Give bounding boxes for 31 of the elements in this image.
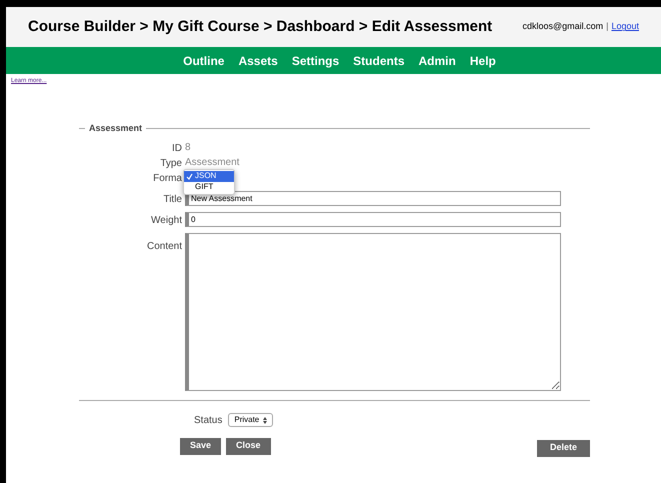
field-label: Weight (151, 215, 182, 226)
text-input[interactable]: New Assessment (185, 190, 561, 206)
action-button[interactable]: Save (180, 438, 222, 454)
status-select[interactable]: Private (228, 413, 274, 427)
separator: | (606, 20, 608, 34)
stepper-icon (263, 416, 268, 424)
field-value: Assessment (185, 156, 240, 170)
logout-link[interactable]: Logout (611, 20, 639, 34)
delete-button[interactable]: Delete (537, 440, 590, 456)
field-label: Type (160, 158, 182, 169)
field-value: 8 (185, 140, 191, 154)
nav-link[interactable]: Students (353, 52, 405, 70)
field-label: Title (163, 194, 182, 205)
nav-link[interactable]: Settings (292, 52, 340, 70)
check-icon (186, 172, 193, 180)
dropdown-option[interactable]: GIFT (184, 182, 234, 192)
field-label: ID (172, 143, 182, 154)
dropdown-option[interactable]: JSON (184, 170, 234, 182)
nav-link[interactable]: Assets (238, 52, 278, 70)
status-label: Status (194, 414, 222, 428)
action-button[interactable]: Close (226, 438, 271, 454)
nav-link[interactable]: Help (470, 52, 496, 70)
content-textarea[interactable] (185, 232, 561, 390)
nav-link[interactable]: Admin (418, 52, 456, 70)
section-legend: Assessment (85, 122, 146, 136)
text-input[interactable]: 0 (185, 212, 561, 226)
field-label: Forma (153, 173, 182, 184)
field-label: Content (146, 240, 182, 252)
user-email: cdkloos@gmail.com (522, 20, 604, 34)
page-breadcrumb: Course Builder > My Gift Course > Dashboard > Edit Assessment (28, 16, 492, 37)
nav-link[interactable]: Outline (183, 52, 224, 70)
